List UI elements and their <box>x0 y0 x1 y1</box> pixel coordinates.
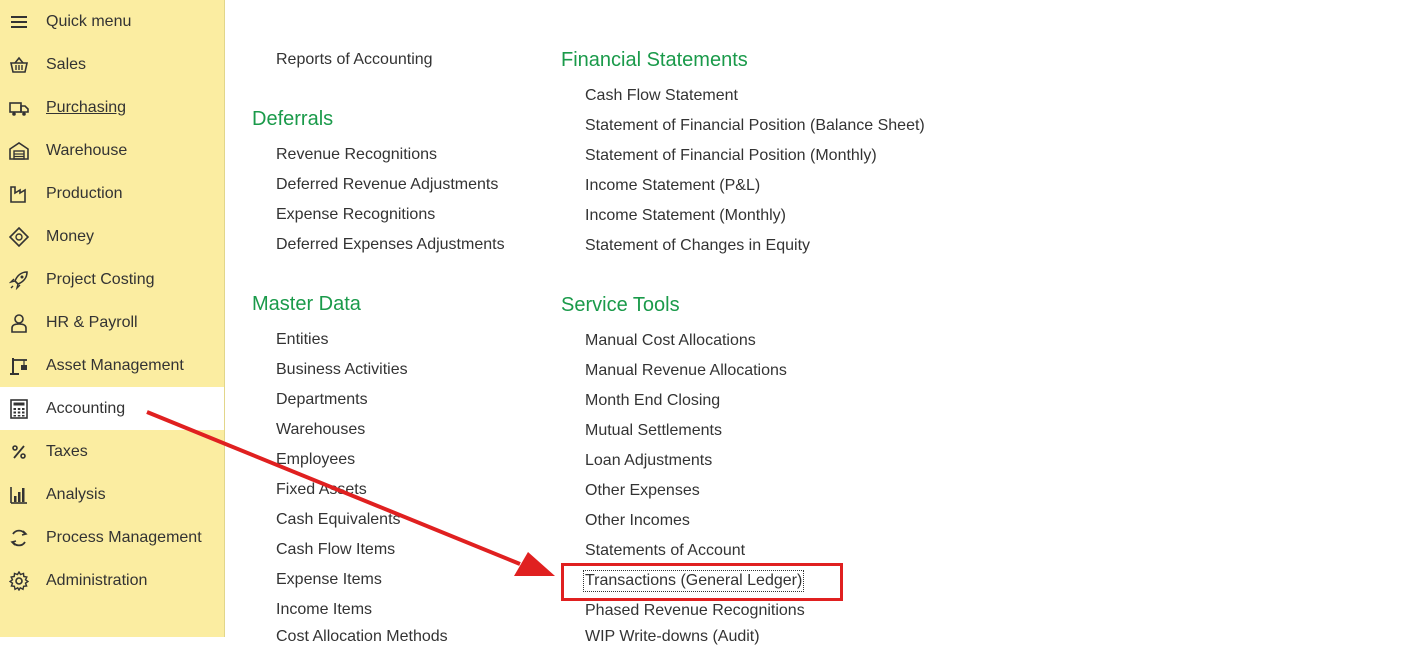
link-warehouses[interactable]: Warehouses <box>276 421 365 439</box>
sidebar-item-process-management[interactable]: Process Management <box>0 516 224 559</box>
link-entities[interactable]: Entities <box>276 331 328 349</box>
rocket-icon <box>8 269 30 291</box>
sidebar-item-label: Analysis <box>46 485 106 503</box>
section-title-deferrals: Deferrals <box>252 108 334 130</box>
gear-icon <box>8 570 30 592</box>
hamburger-menu-icon <box>8 11 30 33</box>
sidebar-item-label: Taxes <box>46 442 88 460</box>
link-manual-revenue-allocations[interactable]: Manual Revenue Allocations <box>585 362 787 380</box>
sidebar-item-project-costing[interactable]: Project Costing <box>0 258 224 301</box>
section-title-service-tools: Service Tools <box>561 294 680 316</box>
sidebar-item-label: Process Management <box>46 528 202 546</box>
link-wip-write-downs[interactable]: WIP Write-downs (Audit) <box>585 628 760 646</box>
sidebar-item-asset-management[interactable]: Asset Management <box>0 344 224 387</box>
link-cash-flow-items[interactable]: Cash Flow Items <box>276 541 395 559</box>
sidebar-item-label: Project Costing <box>46 270 155 288</box>
sidebar-item-accounting[interactable]: Accounting <box>0 387 224 430</box>
sidebar-item-production[interactable]: Production <box>0 172 224 215</box>
link-other-expenses[interactable]: Other Expenses <box>585 482 700 500</box>
sidebar-item-label: Money <box>46 227 95 245</box>
link-financial-position-monthly[interactable]: Statement of Financial Position (Monthly… <box>585 147 877 165</box>
crane-icon <box>8 355 30 377</box>
link-changes-in-equity[interactable]: Statement of Changes in Equity <box>585 237 810 255</box>
sidebar-item-hr-payroll[interactable]: HR & Payroll <box>0 301 224 344</box>
sidebar-item-label: HR & Payroll <box>46 313 138 331</box>
link-cost-allocation-methods[interactable]: Cost Allocation Methods <box>276 628 448 646</box>
calculator-icon <box>8 398 30 420</box>
sidebar-item-warehouse[interactable]: Warehouse <box>0 129 224 172</box>
link-income-items[interactable]: Income Items <box>276 601 372 619</box>
sidebar-item-label: Administration <box>46 571 148 589</box>
sidebar-item-quick-menu[interactable]: Quick menu <box>0 0 224 43</box>
link-income-statement-monthly[interactable]: Income Statement (Monthly) <box>585 207 786 225</box>
link-statements-of-account[interactable]: Statements of Account <box>585 542 745 560</box>
link-cash-flow-statement[interactable]: Cash Flow Statement <box>585 87 738 105</box>
link-loan-adjustments[interactable]: Loan Adjustments <box>585 452 712 470</box>
link-manual-cost-allocations[interactable]: Manual Cost Allocations <box>585 332 756 350</box>
bar-chart-icon <box>8 484 30 506</box>
link-phased-revenue-recognitions[interactable]: Phased Revenue Recognitions <box>585 602 805 620</box>
sidebar-item-sales[interactable]: Sales <box>0 43 224 86</box>
link-fixed-assets[interactable]: Fixed Assets <box>276 481 367 499</box>
sidebar-item-purchasing[interactable]: Purchasing <box>0 86 224 129</box>
sidebar-item-analysis[interactable]: Analysis <box>0 473 224 516</box>
sidebar-item-label: Sales <box>46 55 87 73</box>
link-mutual-settlements[interactable]: Mutual Settlements <box>585 422 722 440</box>
link-deferred-expenses-adjustments[interactable]: Deferred Expenses Adjustments <box>276 236 505 254</box>
percent-icon <box>8 441 30 463</box>
sidebar-item-money[interactable]: Money <box>0 215 224 258</box>
factory-icon <box>8 183 30 205</box>
link-departments[interactable]: Departments <box>276 391 368 409</box>
link-revenue-recognitions[interactable]: Revenue Recognitions <box>276 146 437 164</box>
basket-icon <box>8 54 30 76</box>
sidebar-item-taxes[interactable]: Taxes <box>0 430 224 473</box>
sidebar-item-label: Asset Management <box>46 356 184 374</box>
warehouse-icon <box>8 140 30 162</box>
truck-icon <box>8 97 30 119</box>
sidebar-item-label: Quick menu <box>46 12 132 30</box>
sidebar: Quick menu Sales Purchasing Warehouse Pr… <box>0 0 225 637</box>
sidebar-item-label: Accounting <box>46 399 126 417</box>
link-balance-sheet[interactable]: Statement of Financial Position (Balance… <box>585 117 925 135</box>
sidebar-item-label: Purchasing <box>46 98 127 116</box>
link-expense-items[interactable]: Expense Items <box>276 571 382 589</box>
person-icon <box>8 312 30 334</box>
link-month-end-closing[interactable]: Month End Closing <box>585 392 720 410</box>
link-business-activities[interactable]: Business Activities <box>276 361 408 379</box>
link-cash-equivalents[interactable]: Cash Equivalents <box>276 511 401 529</box>
link-reports-of-accounting[interactable]: Reports of Accounting <box>276 51 433 69</box>
link-employees[interactable]: Employees <box>276 451 355 469</box>
sidebar-item-label: Warehouse <box>46 141 128 159</box>
link-income-statement[interactable]: Income Statement (P&L) <box>585 177 760 195</box>
link-expense-recognitions[interactable]: Expense Recognitions <box>276 206 435 224</box>
sidebar-item-administration[interactable]: Administration <box>0 559 224 602</box>
money-icon <box>8 226 30 248</box>
cycle-icon <box>8 527 30 549</box>
link-deferred-revenue-adjustments[interactable]: Deferred Revenue Adjustments <box>276 176 498 194</box>
section-title-master-data: Master Data <box>252 293 361 315</box>
sidebar-item-label: Production <box>46 184 123 202</box>
highlight-box <box>561 563 843 601</box>
section-title-financial-statements: Financial Statements <box>561 49 748 71</box>
link-other-incomes[interactable]: Other Incomes <box>585 512 690 530</box>
